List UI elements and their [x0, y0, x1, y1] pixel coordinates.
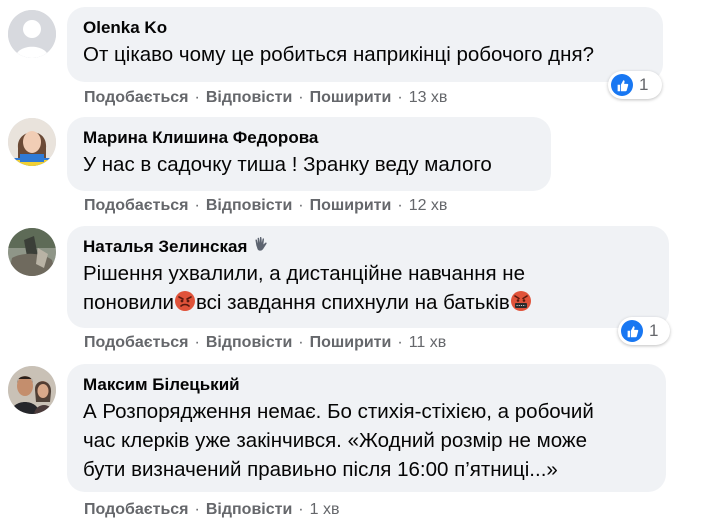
share-button[interactable]: Поширити — [310, 197, 392, 214]
avatar-maryna[interactable] — [8, 118, 56, 166]
reply-button[interactable]: Відповісти — [206, 501, 292, 518]
reaction-count-badge[interactable]: 1 — [618, 317, 670, 345]
timestamp[interactable]: 11 хв — [409, 334, 447, 351]
comment-actions: Подобається · Відповісти · Поширити · 13 хв — [84, 89, 448, 106]
avatar-olenka-ko[interactable] — [8, 10, 56, 58]
comment-bubble: Olenka Ko От цікаво чому це робиться нап… — [67, 7, 663, 82]
reaction-count-badge[interactable]: 1 — [608, 71, 662, 99]
comment-author: Наталья Зелинская — [83, 235, 653, 259]
like-button[interactable]: Подобається — [84, 501, 189, 518]
comment-bubble: Марина Клишина Федорова У нас в садочку … — [67, 117, 551, 191]
reaction-count: 1 — [639, 75, 649, 94]
comment-text: Рішення ухвалили, а дистанційне навчання… — [83, 259, 653, 317]
reply-button[interactable]: Відповісти — [206, 197, 292, 214]
avatar-natalia[interactable] — [8, 228, 56, 276]
comment-bubble: Наталья Зелинская Рішення ухвалили, а ди… — [67, 226, 669, 328]
comment-actions: Подобається · Відповісти · Поширити · 12 хв — [84, 197, 448, 214]
like-button[interactable]: Подобається — [84, 197, 189, 214]
share-button[interactable]: Поширити — [310, 89, 392, 106]
share-button[interactable]: Поширити — [310, 334, 392, 351]
timestamp[interactable]: 12 хв — [409, 197, 448, 214]
cursing-face-icon — [510, 291, 531, 311]
timestamp[interactable]: 1 хв — [310, 501, 340, 518]
reply-button[interactable]: Відповісти — [206, 89, 292, 106]
profile-photo — [8, 118, 56, 166]
avatar-maksym[interactable] — [8, 366, 56, 414]
timestamp[interactable]: 13 хв — [409, 89, 448, 106]
comment-text: У нас в садочку тиша ! Зранку веду малог… — [83, 153, 492, 176]
comment-actions: Подобається · Відповісти · Поширити · 11 хв — [84, 334, 447, 351]
like-button[interactable]: Подобається — [84, 89, 189, 106]
comment-bubble: Максим Білецький А Розпорядження немає. … — [67, 364, 666, 492]
like-icon — [621, 320, 643, 342]
comment-author[interactable]: Olenka Ko — [83, 16, 647, 40]
default-avatar-icon — [8, 10, 56, 58]
profile-photo — [8, 366, 56, 414]
like-icon — [611, 74, 633, 96]
reaction-count: 1 — [649, 321, 659, 340]
comment-author[interactable]: Марина Клишина Федорова — [83, 126, 535, 150]
like-button[interactable]: Подобається — [84, 334, 189, 351]
reply-button[interactable]: Відповісти — [206, 334, 292, 351]
profile-photo — [8, 228, 56, 276]
comment-author[interactable]: Максим Білецький — [83, 373, 650, 397]
waving-hand-icon — [255, 236, 267, 251]
angry-face-icon — [174, 291, 195, 311]
comment-text: От цікаво чому це робиться наприкінці ро… — [83, 43, 594, 66]
comment-text: А Розпорядження немає. Бо стихія-стіхією… — [83, 400, 594, 481]
comment-actions: Подобається · Відповісти · 1 хв — [84, 501, 340, 518]
